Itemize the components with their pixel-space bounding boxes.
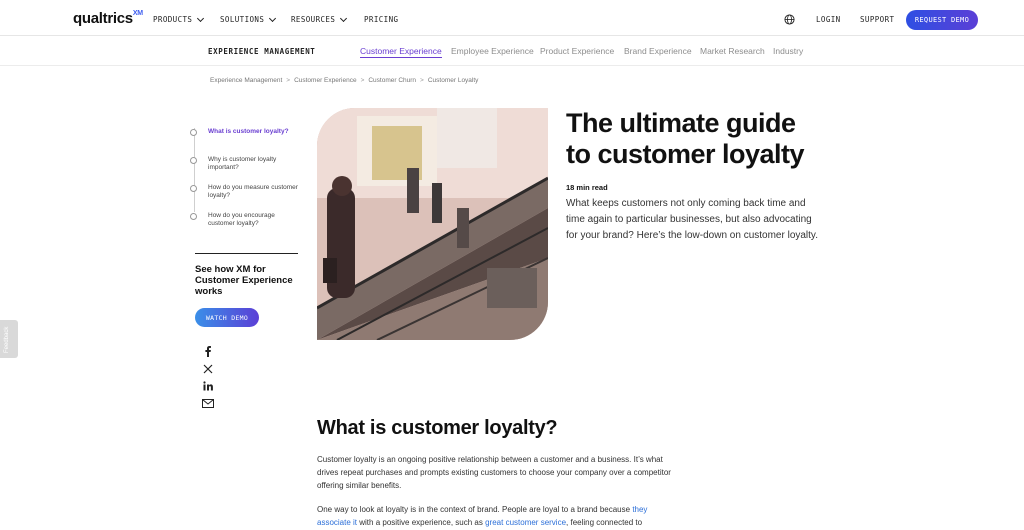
chevron-down-icon xyxy=(269,14,277,22)
nav-products[interactable]: PRODUCTS xyxy=(153,14,205,24)
nav-resources-label: RESOURCES xyxy=(291,15,336,24)
feedback-label: Feedback xyxy=(4,326,10,353)
breadcrumb-item[interactable]: Customer Churn xyxy=(368,77,416,84)
support-label: SUPPORT xyxy=(860,15,895,24)
breadcrumb-item-current: Customer Loyalty xyxy=(427,77,479,84)
subnav-title: EXPERIENCE MANAGEMENT xyxy=(208,47,316,56)
para-text: , feeling connected to xyxy=(566,518,643,528)
toc-item-label: What is customer loyalty? xyxy=(208,128,289,135)
intro-paragraph: What keeps customers not only coming bac… xyxy=(566,198,818,241)
nav-resources[interactable]: RESOURCES xyxy=(291,14,348,24)
para-text: with a positive experience, such as xyxy=(357,518,486,528)
toc-item-label: Why is customer loyalty important? xyxy=(208,156,277,171)
login-link[interactable]: LOGIN xyxy=(816,15,841,24)
toc-dot xyxy=(190,129,197,136)
nav-pricing-label: PRICING xyxy=(364,15,399,24)
toc-dot xyxy=(190,213,197,220)
section-heading: What is customer loyalty? xyxy=(317,417,558,439)
linkedin-icon[interactable] xyxy=(201,379,215,393)
toc-item-what-is[interactable]: What is customer loyalty? xyxy=(190,128,300,136)
toc-dot xyxy=(190,185,197,192)
watch-demo-button[interactable]: WATCH DEMO xyxy=(195,308,259,327)
nav-pricing[interactable]: PRICING xyxy=(364,15,398,24)
breadcrumb-separator: > xyxy=(420,77,424,84)
chevron-down-icon xyxy=(340,14,348,22)
nav-solutions[interactable]: SOLUTIONS xyxy=(220,14,277,24)
subnav-industry[interactable]: Industry xyxy=(773,46,803,56)
nav-products-label: PRODUCTS xyxy=(153,15,193,24)
subnav-brand-experience[interactable]: Brand Experience xyxy=(624,46,692,56)
sub-navigation: EXPERIENCE MANAGEMENT Customer Experienc… xyxy=(0,36,1024,66)
support-link[interactable]: SUPPORT xyxy=(860,15,894,24)
subnav-employee-experience[interactable]: Employee Experience xyxy=(451,46,534,56)
globe-icon[interactable] xyxy=(784,14,795,25)
nav-solutions-label: SOLUTIONS xyxy=(220,15,265,24)
feedback-tab[interactable]: Feedback xyxy=(0,320,18,358)
subnav-customer-experience[interactable]: Customer Experience xyxy=(360,46,442,58)
logo-text: qualtrics xyxy=(73,10,133,27)
chevron-down-icon xyxy=(197,14,205,22)
toc-item-how-encourage[interactable]: How do you encourage customer loyalty? xyxy=(190,212,300,228)
login-label: LOGIN xyxy=(816,15,841,24)
breadcrumb-item[interactable]: Experience Management xyxy=(210,77,282,84)
subnav-product-experience[interactable]: Product Experience xyxy=(540,46,614,56)
request-demo-button[interactable]: REQUEST DEMO xyxy=(906,10,978,30)
facebook-icon[interactable] xyxy=(201,344,215,358)
inline-link[interactable]: great customer service xyxy=(485,518,566,527)
para-text: One way to look at loyalty is in the con… xyxy=(317,505,633,514)
logo-sup: XM xyxy=(132,10,143,17)
top-navigation: qualtricsXM PRODUCTS SOLUTIONS RESOURCES… xyxy=(0,0,1024,36)
page-title: The ultimate guide to customer loyalty xyxy=(566,108,805,169)
body-paragraph-2: One way to look at loyalty is in the con… xyxy=(317,503,677,529)
breadcrumb: Experience Management > Customer Experie… xyxy=(210,77,478,84)
escalator-photo xyxy=(317,108,548,340)
read-time: 18 min read xyxy=(566,183,608,192)
toc-item-label: How do you encourage customer loyalty? xyxy=(208,212,275,227)
hero-image xyxy=(317,108,548,340)
subnav-market-research[interactable]: Market Research xyxy=(700,46,765,56)
body-paragraph: Customer loyalty is an ongoing positive … xyxy=(317,455,671,491)
email-icon[interactable] xyxy=(201,396,215,410)
sidebar-divider xyxy=(195,253,298,254)
toc-item-how-measure[interactable]: How do you measure customer loyalty? xyxy=(190,184,300,200)
toc-dot xyxy=(190,157,197,164)
breadcrumb-separator: > xyxy=(286,77,291,84)
breadcrumb-item[interactable]: Customer Experience xyxy=(294,77,357,84)
x-icon[interactable] xyxy=(201,362,215,376)
breadcrumb-separator: > xyxy=(360,77,365,84)
qualtrics-logo[interactable]: qualtricsXM xyxy=(73,10,143,27)
toc-item-label: How do you measure customer loyalty? xyxy=(208,184,298,199)
see-how-heading: See how XM for Customer Experience works xyxy=(195,264,293,297)
toc-item-why-important[interactable]: Why is customer loyalty important? xyxy=(190,156,300,172)
